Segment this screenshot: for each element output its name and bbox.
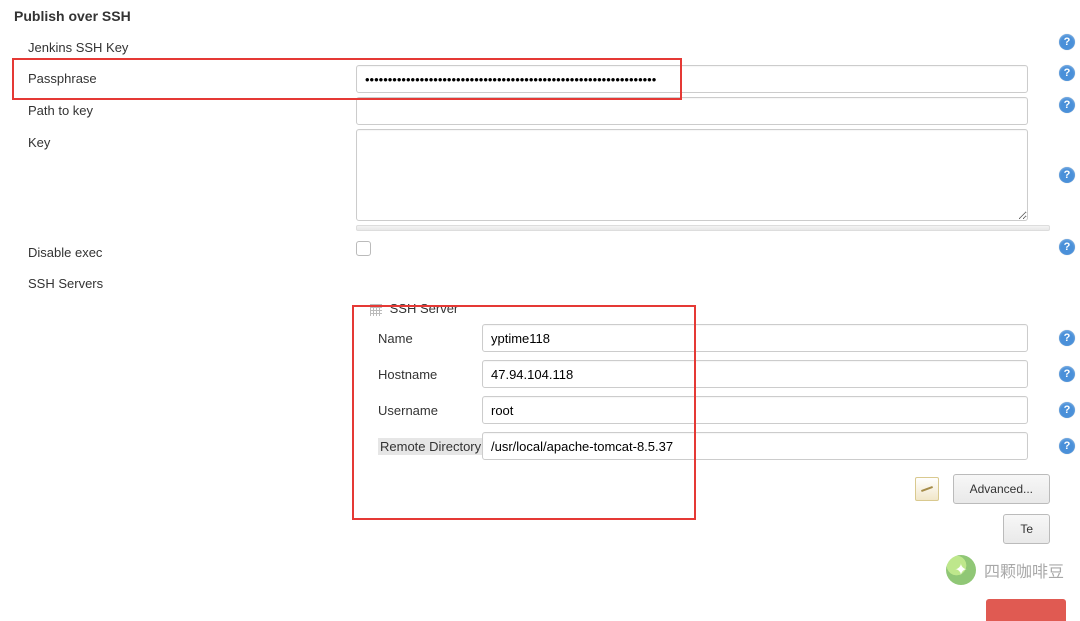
label-disable-exec: Disable exec: [0, 239, 356, 266]
help-icon[interactable]: ?: [1059, 34, 1075, 50]
label-ssh-servers: SSH Servers: [0, 270, 356, 297]
label-server-hostname: Hostname: [0, 367, 482, 382]
label-server-remote-dir: Remote Directory: [0, 439, 482, 454]
help-icon[interactable]: ?: [1059, 167, 1075, 183]
server-remote-dir-input[interactable]: [482, 432, 1028, 460]
server-username-input[interactable]: [482, 396, 1028, 424]
passphrase-input[interactable]: [356, 65, 1028, 93]
expand-icon: [915, 477, 939, 501]
wechat-logo-icon: ✦: [946, 555, 976, 585]
ssh-server-header: SSH Server: [0, 301, 1080, 316]
label-server-username: Username: [0, 403, 482, 418]
help-icon[interactable]: ?: [1059, 438, 1075, 454]
path-to-key-input[interactable]: [356, 97, 1028, 125]
section-title: Publish over SSH: [0, 0, 1080, 30]
advanced-button[interactable]: Advanced...: [953, 474, 1050, 504]
label-passphrase: Passphrase: [0, 65, 356, 92]
server-hostname-input[interactable]: [482, 360, 1028, 388]
server-name-input[interactable]: [482, 324, 1028, 352]
label-key: Key: [0, 129, 356, 156]
disable-exec-checkbox[interactable]: [356, 241, 371, 256]
ssh-server-title: SSH Server: [390, 301, 459, 316]
help-icon[interactable]: ?: [1059, 239, 1075, 255]
help-icon[interactable]: ?: [1059, 402, 1075, 418]
help-icon[interactable]: ?: [1059, 97, 1075, 113]
help-icon[interactable]: ?: [1059, 366, 1075, 382]
help-icon[interactable]: ?: [1059, 65, 1075, 81]
label-path-to-key: Path to key: [0, 97, 356, 124]
label-jenkins-ssh-key: Jenkins SSH Key: [0, 34, 356, 61]
test-button[interactable]: Te: [1003, 514, 1050, 544]
watermark: ✦ 四颗咖啡豆: [946, 555, 1064, 585]
delete-button[interactable]: [986, 599, 1066, 621]
key-textarea[interactable]: [356, 129, 1028, 221]
drag-handle-icon[interactable]: [370, 304, 382, 316]
label-server-name: Name: [0, 331, 482, 346]
watermark-text: 四颗咖啡豆: [984, 558, 1064, 582]
resize-handle[interactable]: [356, 225, 1050, 231]
help-icon[interactable]: ?: [1059, 330, 1075, 346]
